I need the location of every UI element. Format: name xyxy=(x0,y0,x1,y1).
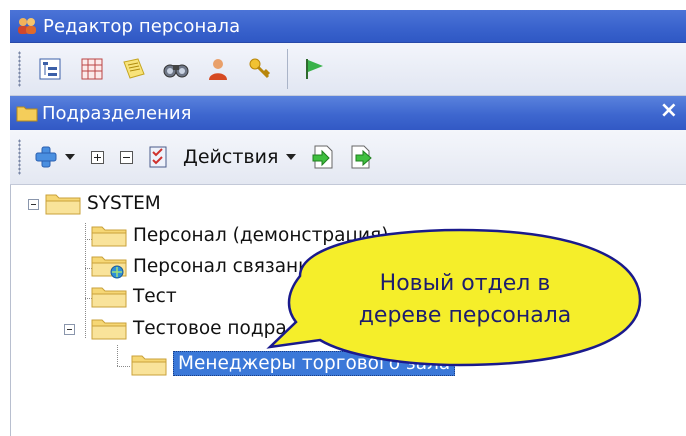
keys-icon xyxy=(249,58,271,79)
tree-item[interactable]: Тестовое подра xyxy=(91,316,287,340)
folder-icon xyxy=(91,287,127,308)
import-button[interactable] xyxy=(312,145,334,169)
checklist-button[interactable] xyxy=(149,146,167,168)
folder-icon xyxy=(131,355,167,375)
collapse-item-toggle[interactable] xyxy=(64,324,75,335)
toolbar-grip[interactable] xyxy=(18,51,21,87)
collapse-icon xyxy=(120,150,133,164)
linked-folder-icon xyxy=(91,256,127,279)
selected-item-label: Менеджеры торгового зала xyxy=(173,351,456,376)
tree-item-label: Персонал (демонстрация) xyxy=(133,224,389,246)
tree-view-button[interactable] xyxy=(31,50,69,88)
window-title: Редактор персонала xyxy=(43,15,241,37)
folder-icon xyxy=(91,226,127,247)
search-button[interactable] xyxy=(157,50,195,88)
notes-button[interactable] xyxy=(115,50,153,88)
folder-icon xyxy=(16,106,38,122)
collapse-root-toggle[interactable] xyxy=(28,199,39,210)
collapse-all-button[interactable] xyxy=(120,150,133,164)
tree-connector xyxy=(85,223,86,339)
tree-item[interactable]: Тест xyxy=(91,284,177,308)
tree-root[interactable]: SYSTEM xyxy=(45,191,161,215)
person-icon xyxy=(209,59,227,80)
panel-toolbar: Действия xyxy=(10,130,686,185)
expand-all-button[interactable] xyxy=(91,150,104,164)
tree-connector xyxy=(117,366,131,367)
export-icon xyxy=(351,145,373,169)
flag-icon xyxy=(306,59,323,79)
employee-button[interactable] xyxy=(199,50,237,88)
binoculars-icon xyxy=(163,64,189,78)
tree-item-label: Тест xyxy=(133,285,177,307)
window-title-bar: Редактор персонала xyxy=(10,10,686,43)
exit-button[interactable] xyxy=(296,50,334,88)
tree-item-label: Персонал связанны xyxy=(133,255,325,277)
folder-icon xyxy=(45,194,81,215)
chevron-down-icon xyxy=(286,154,297,160)
toolbar-separator xyxy=(287,49,288,89)
export-button[interactable] xyxy=(350,145,373,169)
tree-connector xyxy=(117,345,118,367)
chevron-down-icon xyxy=(65,154,75,160)
tree-item[interactable]: Персонал связанны xyxy=(91,253,325,279)
tree-item-selected[interactable]: Менеджеры торгового зала xyxy=(131,351,456,376)
close-panel-button[interactable]: × xyxy=(660,98,678,123)
grid-icon xyxy=(81,58,103,80)
access-keys-button[interactable] xyxy=(241,50,279,88)
tree-item-label: Тестовое подра xyxy=(133,317,287,339)
grid-view-button[interactable] xyxy=(73,50,111,88)
people-icon xyxy=(18,18,36,34)
actions-label: Действия xyxy=(183,146,279,168)
actions-menu[interactable]: Действия xyxy=(183,146,297,168)
add-dropdown-button[interactable] xyxy=(35,146,75,168)
plus-icon xyxy=(35,146,57,168)
main-toolbar xyxy=(10,43,686,96)
notes-icon xyxy=(123,58,145,79)
panel-title-bar: Подразделения × xyxy=(10,96,686,130)
tree-item[interactable]: Персонал (демонстрация) xyxy=(91,223,388,247)
tree-root-label: SYSTEM xyxy=(87,192,161,214)
panel-toolbar-grip[interactable] xyxy=(18,139,21,175)
tree-icon xyxy=(39,58,61,80)
folder-icon xyxy=(91,319,127,340)
callout-line-1: Новый отдел в xyxy=(379,271,551,296)
checklist-icon xyxy=(149,146,167,168)
callout-text: Новый отдел в дереве персонала xyxy=(320,268,610,332)
expand-icon xyxy=(91,150,104,164)
import-icon xyxy=(312,145,333,169)
panel-title: Подразделения xyxy=(42,102,192,124)
callout-line-2: дереве персонала xyxy=(358,303,572,328)
